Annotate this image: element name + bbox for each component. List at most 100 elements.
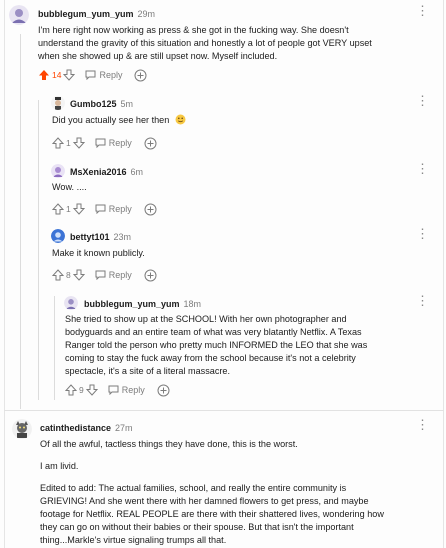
- award-icon[interactable]: [157, 384, 170, 397]
- comment-text: I'm here right now working as press & sh…: [38, 25, 349, 35]
- comment-header: MsXenia2016 6m: [70, 167, 143, 177]
- username[interactable]: catinthedistance: [40, 423, 111, 433]
- vote-score: 14: [52, 70, 62, 80]
- comment-text: bodyguards and an entire team of what wa…: [65, 327, 362, 337]
- comment-age: 29m: [137, 9, 156, 19]
- vote-score: 8: [66, 270, 71, 280]
- comment-body: I'm here right now working as press & sh…: [38, 24, 372, 63]
- upvote-icon[interactable]: [38, 69, 50, 81]
- reply-button[interactable]: Reply: [85, 70, 122, 80]
- downvote-icon[interactable]: [63, 69, 76, 81]
- comment-text: Edited to add: The actual families, scho…: [40, 483, 347, 493]
- more-options-icon[interactable]: ⋮: [416, 94, 430, 107]
- comment-text: spectacle, it's a site of a literal mass…: [65, 366, 230, 376]
- vote-score: 1: [66, 204, 71, 214]
- comment-text: Wow. ....: [52, 182, 87, 192]
- username[interactable]: bubblegum_yum_yum: [38, 9, 134, 19]
- upvote-icon[interactable]: [52, 269, 64, 281]
- upvote-icon[interactable]: [65, 384, 77, 396]
- comment-age: 18m: [183, 299, 202, 309]
- avatar[interactable]: [51, 229, 65, 243]
- reply-label: Reply: [99, 70, 123, 80]
- award-icon[interactable]: [144, 269, 157, 282]
- avatar[interactable]: [12, 419, 32, 439]
- award-icon[interactable]: [144, 203, 157, 216]
- comment-age: 6m: [130, 167, 144, 177]
- reply-bubble-icon: [85, 70, 96, 80]
- comment-text: understand the gravity of this situation…: [38, 38, 372, 48]
- comment-actions: 1 Reply: [52, 136, 157, 150]
- reply-bubble-icon: [108, 385, 119, 395]
- comment-body: She tried to show up at the SCHOOL! With…: [65, 313, 367, 378]
- more-options-icon[interactable]: ⋮: [416, 294, 430, 307]
- comment-text: coming to stay the fuck away from the sc…: [65, 353, 356, 363]
- comment-text: footage for Netflix. REAL PEOPLE are the…: [40, 509, 384, 519]
- upvote-icon[interactable]: [52, 137, 64, 149]
- comment-text: I am livid.: [40, 461, 79, 471]
- comment-text: thing...Markle's virtue signaling trumps…: [40, 535, 227, 545]
- avatar[interactable]: [9, 5, 29, 25]
- comment-divider: [4, 410, 444, 411]
- reply-button[interactable]: Reply: [95, 270, 132, 280]
- comment-text: they can go on without their babies or t…: [40, 522, 354, 532]
- avatar[interactable]: [51, 96, 65, 110]
- comment-actions: 9 Reply: [65, 383, 170, 397]
- more-options-icon[interactable]: ⋮: [416, 162, 430, 175]
- username[interactable]: bubblegum_yum_yum: [84, 299, 180, 309]
- reply-button[interactable]: Reply: [95, 138, 132, 148]
- more-options-icon[interactable]: ⋮: [416, 227, 430, 240]
- emoji-icon: [175, 114, 186, 125]
- comment-actions: 1 Reply: [52, 202, 157, 216]
- comment-actions: 14 Reply: [38, 68, 147, 82]
- vote-score: 1: [66, 138, 71, 148]
- thread-line[interactable]: [38, 100, 39, 400]
- reply-bubble-icon: [95, 138, 106, 148]
- upvote-icon[interactable]: [52, 203, 64, 215]
- downvote-icon[interactable]: [72, 203, 85, 215]
- comment-text: Ranger told the person who pretty much I…: [65, 340, 368, 350]
- comment-paragraph: Edited to add: The actual families, scho…: [40, 482, 384, 547]
- comment-body: Make it known publicly.: [52, 247, 145, 260]
- comment-body: Did you actually see her then: [52, 114, 186, 127]
- comment-text: GRIEVING! And she went there with her da…: [40, 496, 369, 506]
- reply-label: Reply: [121, 385, 145, 395]
- comment-actions: 8 Reply: [52, 268, 157, 282]
- reply-bubble-icon: [95, 270, 106, 280]
- comment-header: catinthedistance 27m: [40, 423, 133, 433]
- reply-label: Reply: [108, 138, 132, 148]
- reply-button[interactable]: Reply: [108, 385, 145, 395]
- comment-header: bettyt101 23m: [70, 232, 131, 242]
- more-options-icon[interactable]: ⋮: [416, 4, 430, 17]
- award-icon[interactable]: [144, 137, 157, 150]
- comment-age: 27m: [115, 423, 133, 433]
- comment-body: Of all the awful, tactless things they h…: [40, 438, 384, 547]
- avatar[interactable]: [51, 164, 65, 178]
- vote-score: 9: [79, 385, 84, 395]
- avatar[interactable]: [64, 296, 78, 310]
- thread-line[interactable]: [20, 34, 21, 409]
- comment-text: Did you actually see her then: [52, 115, 170, 125]
- reply-label: Reply: [108, 204, 132, 214]
- downvote-icon[interactable]: [72, 137, 85, 149]
- username[interactable]: bettyt101: [70, 232, 110, 242]
- award-icon[interactable]: [134, 69, 147, 82]
- comment-text: when she showed up & are still upset now…: [38, 51, 278, 61]
- comment-text: Make it known publicly.: [52, 248, 145, 258]
- comment-text: She tried to show up at the SCHOOL! With…: [65, 314, 347, 324]
- thread-line[interactable]: [54, 296, 55, 400]
- comment-text: Of all the awful, tactless things they h…: [40, 439, 298, 449]
- comment-header: bubblegum_yum_yum 29m: [38, 9, 155, 19]
- reply-bubble-icon: [95, 204, 106, 214]
- reply-label: Reply: [108, 270, 132, 280]
- reply-button[interactable]: Reply: [95, 204, 132, 214]
- comment-header: Gumbo125 5m: [70, 99, 133, 109]
- comment-header: bubblegum_yum_yum 18m: [84, 299, 201, 309]
- comment-age: 23m: [113, 232, 132, 242]
- comment-body: Wow. ....: [52, 181, 87, 194]
- comment-age: 5m: [120, 99, 134, 109]
- more-options-icon[interactable]: ⋮: [416, 418, 430, 431]
- downvote-icon[interactable]: [72, 269, 85, 281]
- username[interactable]: MsXenia2016: [70, 167, 127, 177]
- downvote-icon[interactable]: [85, 384, 98, 396]
- username[interactable]: Gumbo125: [70, 99, 117, 109]
